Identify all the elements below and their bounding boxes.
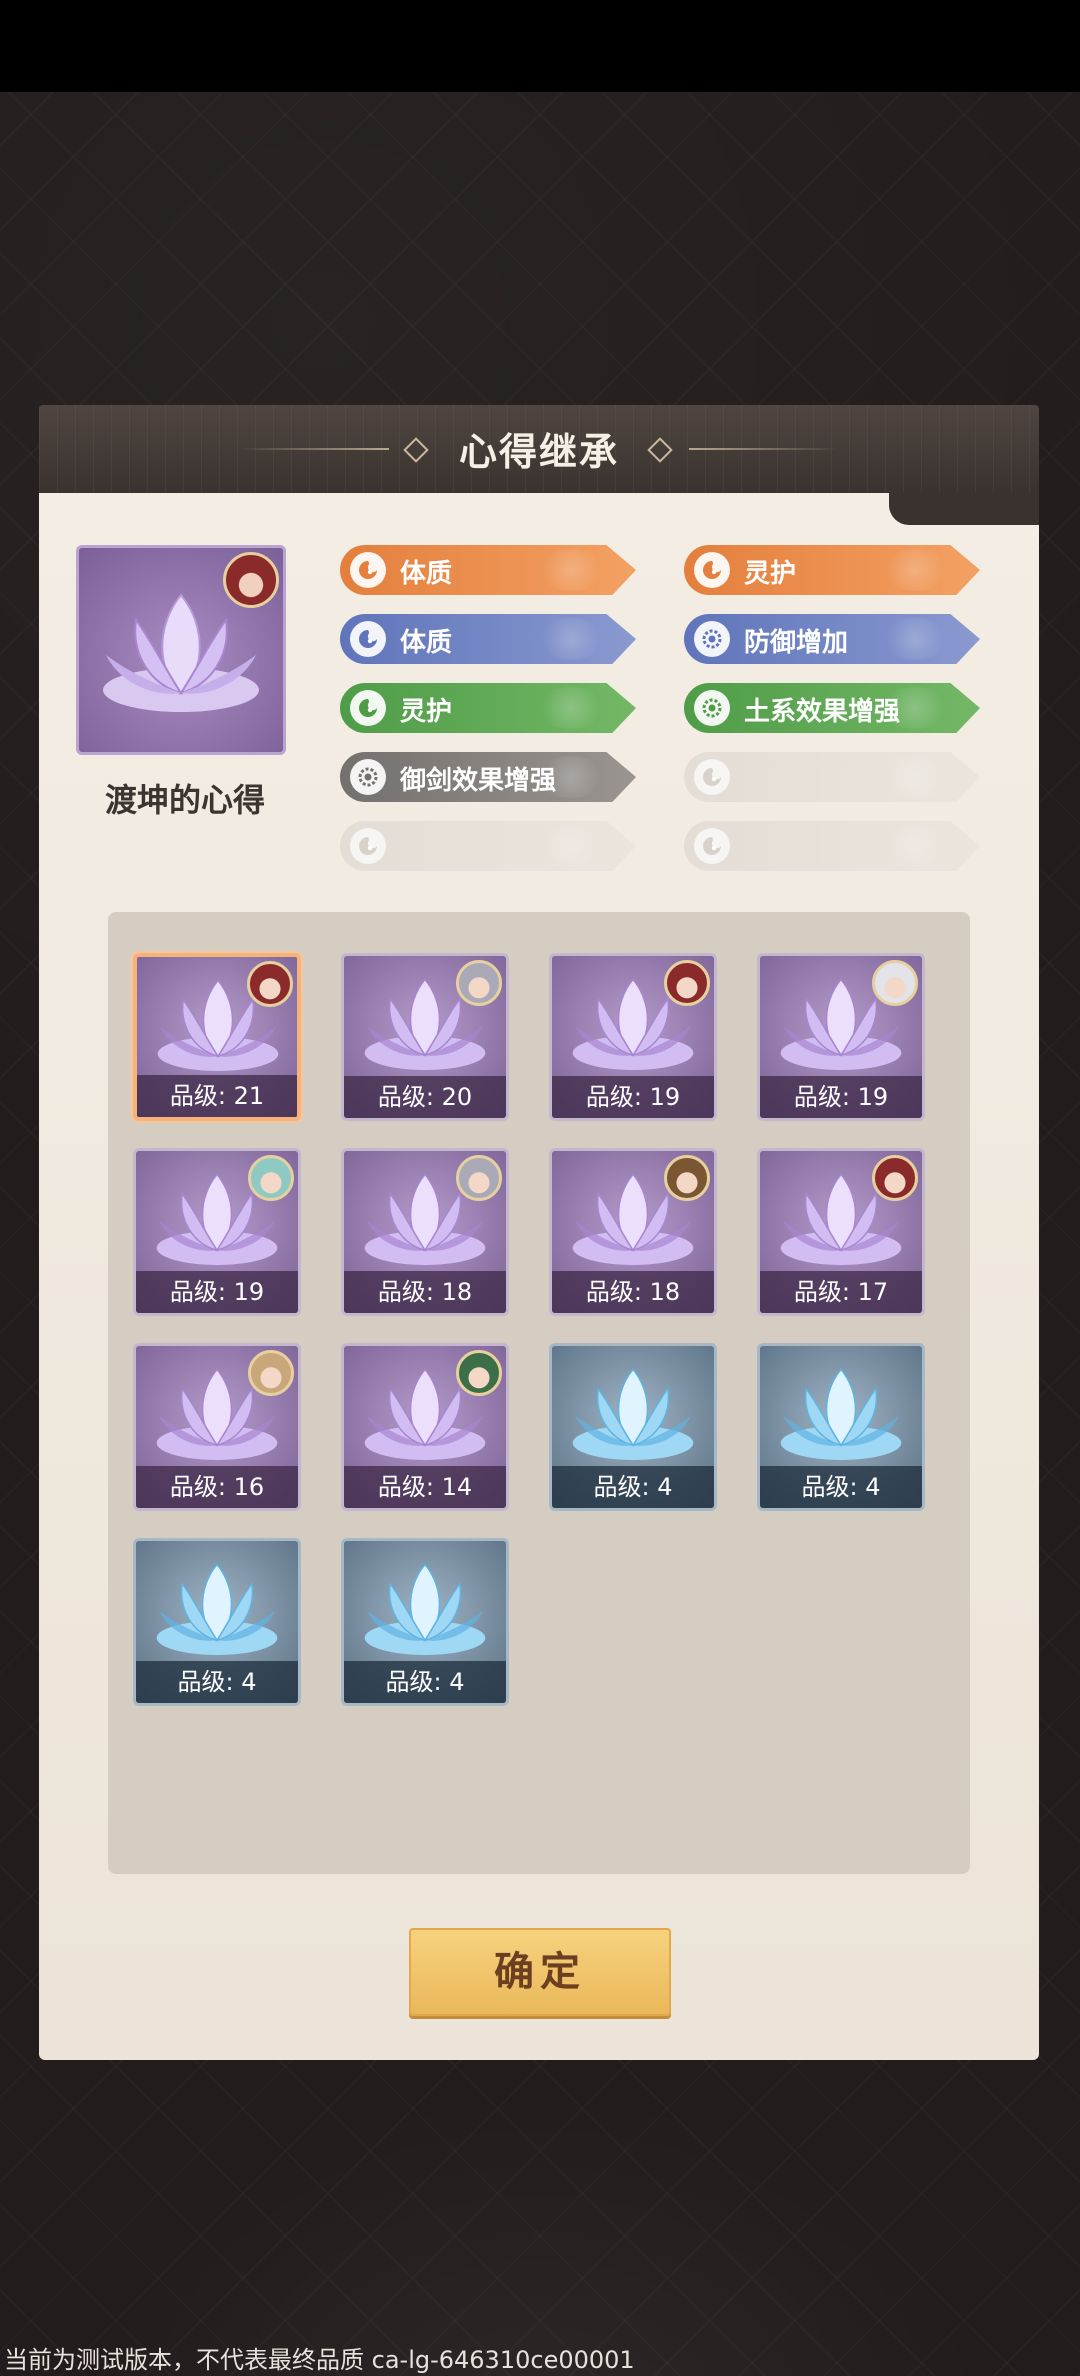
- attribute-tag-label: 土系效果增强: [744, 697, 901, 727]
- attribute-tag: 体质: [340, 614, 636, 664]
- lotus-decoration-icon: [536, 549, 606, 591]
- gear-icon: [694, 690, 730, 726]
- heart-card[interactable]: 品级: 18: [341, 1148, 509, 1316]
- heart-grade-label: 品级: 19: [552, 1076, 714, 1118]
- swirl-icon: [694, 759, 730, 795]
- heart-card[interactable]: 品级: 19: [549, 953, 717, 1121]
- attribute-tag: 御剑效果增强: [340, 752, 636, 802]
- lotus-decoration-icon: [880, 618, 950, 660]
- lotus-decoration-icon: [536, 687, 606, 729]
- heart-card[interactable]: 品级: 16: [133, 1343, 301, 1511]
- swirl-icon: [694, 828, 730, 864]
- selected-heart-card: [76, 545, 286, 755]
- heart-grade-label: 品级: 18: [344, 1271, 506, 1313]
- heart-card[interactable]: 品级: 19: [133, 1148, 301, 1316]
- background-mountains: [0, 2016, 1080, 2376]
- attribute-tag-label: 灵护: [744, 559, 797, 589]
- heart-card[interactable]: 品级: 4: [133, 1538, 301, 1706]
- attribute-tag-label: 体质: [400, 559, 453, 589]
- cyan-lotus-icon: [774, 1354, 908, 1474]
- swirl-icon: [350, 621, 386, 657]
- teal-hair-avatar: [248, 1155, 294, 1201]
- heart-card[interactable]: 品级: 18: [549, 1148, 717, 1316]
- heart-grade-label: 品级: 14: [344, 1466, 506, 1508]
- heart-card[interactable]: 品级: 17: [757, 1148, 925, 1316]
- cyan-lotus-icon: [358, 1549, 492, 1669]
- heart-card[interactable]: 品级: 14: [341, 1343, 509, 1511]
- heart-grade-label: 品级: 20: [344, 1076, 506, 1118]
- dialog-header: 心得继承: [39, 405, 1039, 493]
- heart-card[interactable]: 品级: 19: [757, 953, 925, 1121]
- selected-heart-name: 渡坤的心得: [104, 781, 265, 819]
- swirl-icon: [350, 828, 386, 864]
- cyan-lotus-icon: [566, 1354, 700, 1474]
- heart-card[interactable]: 品级: 4: [341, 1538, 509, 1706]
- attribute-tag-label: 灵护: [400, 697, 453, 727]
- lotus-decoration-icon: [880, 549, 950, 591]
- heart-grade-label: 品级: 4: [344, 1661, 506, 1703]
- attribute-tag-label: 防御增加: [744, 628, 849, 658]
- attribute-tag-label: 体质: [400, 628, 453, 658]
- white-hair-avatar: [872, 960, 918, 1006]
- heart-card[interactable]: 品级: 21: [133, 953, 301, 1121]
- brown-hair-avatar: [664, 1155, 710, 1201]
- heart-grade-label: 品级: 19: [136, 1271, 298, 1313]
- attribute-tag: [684, 752, 980, 802]
- attribute-tag: 体质: [340, 545, 636, 595]
- lotus-decoration-icon: [536, 825, 606, 867]
- heart-grade-label: 品级: 16: [136, 1466, 298, 1508]
- swirl-icon: [694, 552, 730, 588]
- attribute-tag: 灵护: [340, 683, 636, 733]
- attribute-tag: 土系效果增强: [684, 683, 980, 733]
- heart-grade-label: 品级: 4: [760, 1466, 922, 1508]
- swirl-icon: [350, 690, 386, 726]
- lotus-decoration-icon: [880, 825, 950, 867]
- lotus-decoration-icon: [880, 756, 950, 798]
- cyan-lotus-icon: [150, 1549, 284, 1669]
- heart-grade-label: 品级: 19: [760, 1076, 922, 1118]
- attribute-tag: [340, 821, 636, 871]
- heart-card[interactable]: 品级: 4: [757, 1343, 925, 1511]
- silver-hair-avatar: [456, 1155, 502, 1201]
- attribute-tag-label: 御剑效果增强: [400, 766, 557, 796]
- title-ornament-right: [689, 448, 839, 450]
- confirm-button[interactable]: 确定: [409, 1928, 671, 2016]
- heart-card[interactable]: 品级: 20: [341, 953, 509, 1121]
- heart-grade-label: 品级: 4: [136, 1661, 298, 1703]
- green-hair-avatar: [456, 1350, 502, 1396]
- silver-hair-avatar: [456, 960, 502, 1006]
- blonde-hair-avatar: [248, 1350, 294, 1396]
- heart-card[interactable]: 品级: 4: [549, 1343, 717, 1511]
- swirl-icon: [350, 552, 386, 588]
- lotus-decoration-icon: [536, 618, 606, 660]
- attribute-tag: 防御增加: [684, 614, 980, 664]
- gear-icon: [350, 759, 386, 795]
- cloud-ornament: [889, 493, 1039, 525]
- dialog-title: 心得继承: [458, 430, 619, 474]
- heart-grade-label: 品级: 4: [552, 1466, 714, 1508]
- gear-icon: [694, 621, 730, 657]
- heart-grade-label: 品级: 18: [552, 1271, 714, 1313]
- attribute-tag: [684, 821, 980, 871]
- red-hair-avatar: [223, 552, 279, 608]
- red-hair-avatar: [872, 1155, 918, 1201]
- red-hair-avatar: [664, 960, 710, 1006]
- heart-grade-label: 品级: 17: [760, 1271, 922, 1313]
- red-hair-avatar: [247, 961, 293, 1007]
- version-watermark: 当前为测试版本，不代表最终品质 ca-lg-646310ce00001: [4, 2346, 635, 2374]
- attribute-tag: 灵护: [684, 545, 980, 595]
- status-bar: [0, 0, 1080, 92]
- heart-grade-label: 品级: 21: [137, 1075, 297, 1117]
